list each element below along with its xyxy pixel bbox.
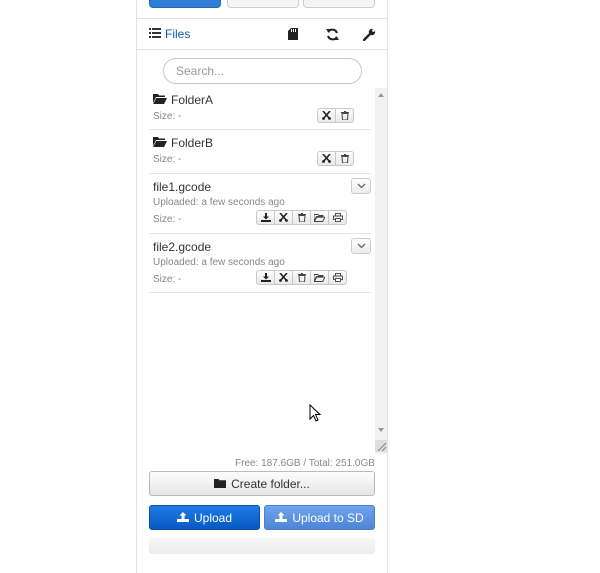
trash-icon[interactable]: [292, 270, 311, 285]
scrollbar[interactable]: [375, 88, 387, 454]
print-icon[interactable]: [328, 210, 347, 225]
wrench-icon[interactable]: [362, 27, 376, 41]
files-tab[interactable]: Files: [149, 27, 190, 41]
file-size: Size: -: [153, 214, 182, 225]
create-folder-button[interactable]: Create folder...: [149, 471, 375, 496]
top-primary-button[interactable]: [149, 0, 221, 8]
list-item-folder[interactable]: FolderB Size: -: [149, 131, 371, 174]
mouse-cursor-icon: [309, 403, 322, 425]
download-icon[interactable]: [256, 210, 275, 225]
print-icon[interactable]: [328, 270, 347, 285]
resize-handle[interactable]: [375, 440, 387, 452]
chevron-down-icon[interactable]: [351, 238, 371, 254]
file-list: FolderA Size: - FolderB Size: - file1.gc…: [149, 88, 387, 454]
file-uploaded: Uploaded: a few seconds ago: [153, 257, 285, 268]
list-icon: [149, 27, 161, 41]
upload-label: Upload: [193, 510, 233, 525]
file-actions: [256, 270, 347, 285]
folder-name: FolderB: [171, 136, 214, 150]
folder-open-icon[interactable]: [310, 210, 329, 225]
folder-size: Size: -: [153, 154, 182, 165]
list-item-file[interactable]: file2.gcode Uploaded: a few seconds ago …: [149, 235, 371, 293]
files-panel: Files FolderA Size: -: [136, 0, 388, 573]
files-title-label: Files: [165, 27, 191, 41]
folder-open-icon: [153, 136, 167, 150]
folder-open-icon: [153, 93, 167, 107]
sd-card-icon[interactable]: [286, 27, 300, 41]
search-input[interactable]: [163, 58, 362, 84]
bottom-panel-edge: [149, 538, 375, 554]
chevron-down-icon[interactable]: [351, 178, 371, 194]
list-item-folder[interactable]: FolderA Size: -: [149, 88, 371, 130]
trash-icon[interactable]: [292, 210, 311, 225]
file-size: Size: -: [153, 274, 182, 285]
upload-to-sd-label: Upload to SD: [292, 510, 364, 525]
upload-icon: [275, 511, 288, 525]
cut-icon[interactable]: [317, 151, 336, 166]
folder-icon: [214, 477, 227, 491]
file-actions: [256, 210, 347, 225]
download-icon[interactable]: [256, 270, 275, 285]
upload-to-sd-button[interactable]: Upload to SD: [264, 505, 375, 530]
files-header: Files: [137, 18, 387, 50]
cut-icon[interactable]: [274, 210, 293, 225]
folder-size: Size: -: [153, 111, 182, 122]
scroll-down-icon[interactable]: [378, 428, 384, 432]
file-name: file1.gcode: [153, 180, 212, 194]
refresh-icon[interactable]: [325, 27, 339, 41]
create-folder-label: Create folder...: [231, 476, 310, 491]
folder-actions: [317, 151, 354, 166]
top-secondary-button[interactable]: [227, 0, 299, 8]
folder-open-icon[interactable]: [310, 270, 329, 285]
list-item-file[interactable]: file1.gcode Uploaded: a few seconds ago …: [149, 175, 371, 234]
storage-info: Free: 187.6GB / Total: 251.0GB: [235, 458, 375, 469]
file-uploaded: Uploaded: a few seconds ago: [153, 197, 285, 208]
cut-icon[interactable]: [274, 270, 293, 285]
top-tertiary-button[interactable]: [303, 0, 375, 8]
cut-icon[interactable]: [317, 108, 336, 123]
folder-actions: [317, 108, 354, 123]
file-name: file2.gcode: [153, 240, 212, 254]
upload-button[interactable]: Upload: [149, 505, 260, 530]
trash-icon[interactable]: [335, 108, 354, 123]
trash-icon[interactable]: [335, 151, 354, 166]
folder-name: FolderA: [171, 93, 214, 107]
upload-icon: [176, 511, 189, 525]
scroll-up-icon[interactable]: [378, 93, 384, 97]
